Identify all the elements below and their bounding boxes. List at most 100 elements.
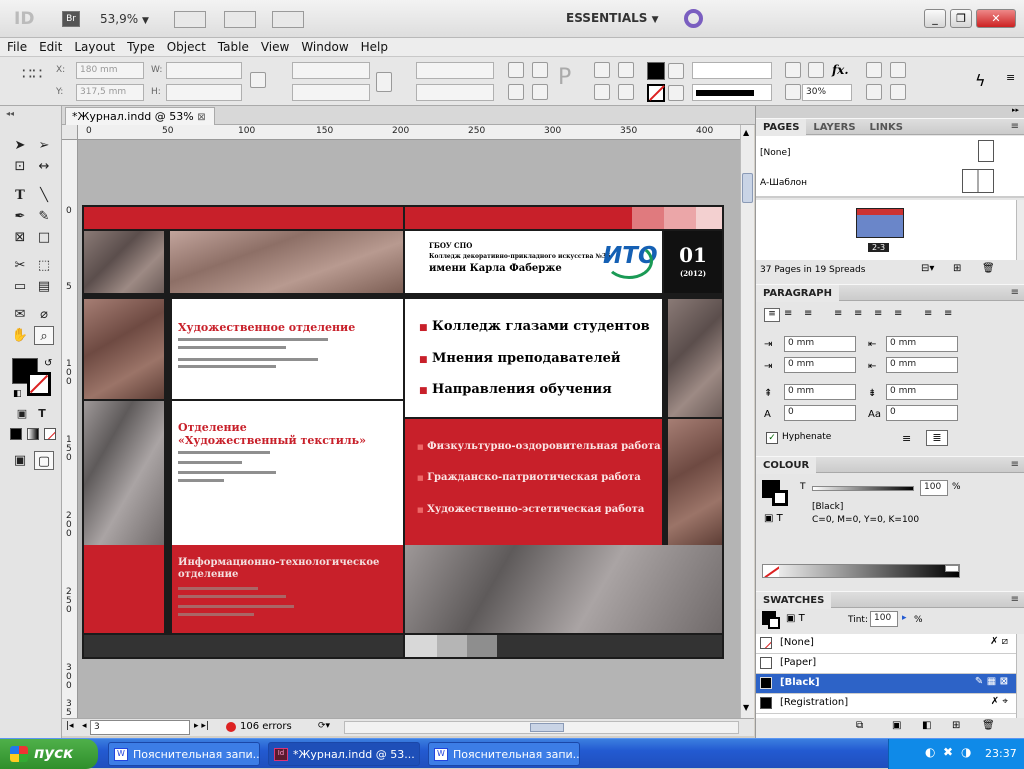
left-indent-field[interactable]: 0 mm xyxy=(784,336,856,352)
swatch-scrollbar[interactable] xyxy=(1016,634,1024,718)
swatch-options-icon[interactable]: ◧ xyxy=(922,720,931,731)
hand-tool-icon[interactable]: ✋ xyxy=(10,326,30,345)
zoom-tool-icon[interactable]: ⌕ xyxy=(34,326,54,345)
direct-selection-tool-icon[interactable]: ➢ xyxy=(34,136,54,155)
last-line-indent-field[interactable]: 0 mm xyxy=(886,357,958,373)
none-swatch-icon[interactable] xyxy=(763,565,779,577)
flip-horizontal-icon[interactable] xyxy=(508,84,524,100)
swatch-tint-arrow-icon[interactable]: ▸ xyxy=(902,613,907,623)
horizontal-scrollbar[interactable] xyxy=(344,721,739,734)
colour-panel-menu-icon[interactable]: ≡ xyxy=(1011,459,1019,470)
default-colors-icon[interactable]: ◧ xyxy=(13,389,22,399)
normal-view-icon[interactable]: ▣ xyxy=(10,451,30,470)
shear-field[interactable] xyxy=(416,84,494,101)
delete-swatch-icon[interactable]: 🗑 xyxy=(982,720,995,731)
frame-fitting-icon[interactable] xyxy=(890,62,906,78)
stroke-menu-arrow-icon[interactable] xyxy=(668,85,684,101)
master-none-thumb[interactable] xyxy=(978,140,994,162)
previous-page-icon[interactable]: ◂ xyxy=(82,721,87,731)
align-away-spine-icon[interactable]: ≡ xyxy=(944,308,952,319)
y-position-field[interactable]: 317,5 mm xyxy=(76,84,144,101)
scroll-down-icon[interactable]: ▼ xyxy=(743,703,749,712)
tint-field[interactable]: 100 xyxy=(920,480,948,496)
swatch-formatting-icon[interactable]: ▣ T xyxy=(786,613,805,624)
task-indesign[interactable]: *Журнал.indd @ 53... xyxy=(268,742,420,766)
flip-vertical-icon[interactable] xyxy=(532,84,548,100)
pages-panel-menu-icon[interactable]: ≡ xyxy=(1011,121,1019,132)
fill-menu-arrow-icon[interactable] xyxy=(668,63,684,79)
screen-mode-button[interactable] xyxy=(224,11,256,28)
type-tool-icon[interactable]: T xyxy=(10,186,30,205)
network-icon[interactable]: ◐ xyxy=(925,745,935,759)
colour-stroke-box[interactable] xyxy=(772,490,788,506)
menu-table[interactable]: Table xyxy=(211,38,254,54)
hscroll-thumb[interactable] xyxy=(530,723,564,732)
align-to-grid-icon[interactable]: ≣ xyxy=(926,430,948,446)
text-wrap-icon[interactable] xyxy=(866,62,882,78)
document-tab[interactable]: *Журнал.indd @ 53% ⊠ xyxy=(65,107,215,125)
align-left-icon[interactable]: ≡ xyxy=(764,308,780,322)
menu-object[interactable]: Object xyxy=(160,38,211,54)
clock[interactable]: 23:37 xyxy=(985,747,1017,760)
pages-scrollbar[interactable] xyxy=(1016,200,1024,260)
scale-x-field[interactable] xyxy=(292,62,370,79)
new-swatch-icon[interactable]: ⊞ xyxy=(952,720,960,731)
free-transform-tool-icon[interactable]: ⬚ xyxy=(34,256,54,275)
vertical-scrollbar[interactable]: ▲ ▼ xyxy=(740,125,754,718)
tab-pages[interactable]: PAGES xyxy=(756,119,807,136)
apply-gradient-icon[interactable] xyxy=(27,428,39,440)
swatch-none[interactable]: [None] ✗ ⧄ xyxy=(756,634,1016,654)
drop-shadow-icon[interactable] xyxy=(785,62,801,78)
hyphenate-checkbox[interactable]: ✓ xyxy=(766,432,778,444)
space-after-field[interactable]: 0 mm xyxy=(886,384,958,400)
scroll-thumb[interactable] xyxy=(742,173,753,203)
swatch-stroke-box[interactable] xyxy=(768,617,780,629)
close-tab-icon[interactable]: ⊠ xyxy=(197,112,205,123)
effects-square-icon[interactable] xyxy=(808,62,824,78)
formatting-container-icon[interactable]: ▣ xyxy=(12,404,32,423)
align-center-icon[interactable]: ≡ xyxy=(784,308,792,319)
fill-swatch[interactable] xyxy=(647,62,665,80)
master-a-thumb[interactable] xyxy=(962,169,994,193)
minimize-button[interactable]: _ xyxy=(924,9,946,28)
select-next-icon[interactable] xyxy=(618,84,634,100)
menu-type[interactable]: Type xyxy=(120,38,160,54)
width-field[interactable] xyxy=(166,62,242,79)
gradient-feather-tool-icon[interactable]: ▤ xyxy=(34,277,54,296)
arrange-documents-button[interactable] xyxy=(272,11,304,28)
menu-file[interactable]: File xyxy=(0,38,32,54)
volume-icon[interactable]: ◑ xyxy=(961,745,971,759)
do-not-align-grid-icon[interactable]: ≡ xyxy=(902,432,911,445)
new-color-group-icon[interactable]: ▣ xyxy=(892,720,901,731)
bridge-button[interactable]: Br xyxy=(62,11,80,27)
menu-help[interactable]: Help xyxy=(354,38,393,54)
task-word-2[interactable]: Пояснительная запи... xyxy=(428,742,580,766)
view-options-button[interactable] xyxy=(174,11,206,28)
fit-content-icon[interactable] xyxy=(866,84,882,100)
tab-links[interactable]: LINKS xyxy=(863,119,910,136)
page-number-field[interactable]: 3 xyxy=(90,720,190,735)
space-before-field[interactable]: 0 mm xyxy=(784,384,856,400)
tab-paragraph[interactable]: PARAGRAPH xyxy=(756,285,839,302)
stroke-weight-field[interactable] xyxy=(692,62,772,79)
selection-tool-icon[interactable]: ➤ xyxy=(10,136,30,155)
preflight-errors-label[interactable]: 106 errors xyxy=(240,721,292,732)
pen-tool-icon[interactable]: ✒ xyxy=(10,207,30,226)
page-tool-icon[interactable]: ⊡ xyxy=(10,157,30,176)
rectangle-frame-tool-icon[interactable]: ⊠ xyxy=(10,228,30,247)
justify-left-icon[interactable]: ≡ xyxy=(834,308,842,319)
formatting-text-icon[interactable]: T xyxy=(32,404,52,423)
fit-frame-icon[interactable] xyxy=(890,84,906,100)
stroke-type-select[interactable] xyxy=(692,84,772,101)
zoom-level-select[interactable]: 53,9% ▼ xyxy=(100,12,149,26)
swap-colors-icon[interactable]: ↺ xyxy=(44,358,52,369)
drop-cap-chars-field[interactable]: 0 xyxy=(886,405,958,421)
swatches-panel-menu-icon[interactable]: ≡ xyxy=(1011,594,1019,605)
master-none[interactable]: [None] xyxy=(760,148,791,158)
document-spread[interactable]: ГБОУ СПО Колледж декоративно-прикладного… xyxy=(82,205,724,659)
preflight-menu-icon[interactable]: ⟳▾ xyxy=(318,721,330,731)
colour-container-icon[interactable]: ▣ T xyxy=(764,513,783,524)
scroll-up-icon[interactable]: ▲ xyxy=(743,128,749,137)
cs-live-icon[interactable] xyxy=(684,9,703,28)
spread-2-3-thumb[interactable] xyxy=(856,208,904,238)
